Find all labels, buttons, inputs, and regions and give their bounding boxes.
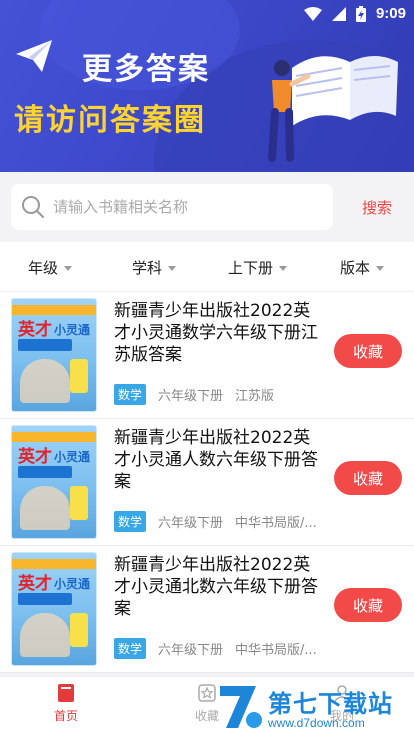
- book-item[interactable]: 英才 小灵通 新疆青少年出版社2022英才小灵通人数六年级下册答案 数学 六年级…: [0, 419, 414, 546]
- book-item[interactable]: 英才 小灵通 新疆青少年出版社2022英才小灵通北数六年级下册答案 数学 六年级…: [0, 546, 414, 673]
- cover-brand: 英才: [18, 320, 52, 340]
- subject-badge: 数学: [114, 384, 147, 405]
- filter-label: 上下册: [228, 259, 274, 277]
- watermark-name: 第七下载站: [268, 690, 393, 718]
- app-screen: 更多答案 请访问答案圈 9:09 请输入书籍相关名称 搜索 年级 学科 上下册 …: [0, 0, 414, 736]
- favorite-button[interactable]: 收藏: [334, 334, 402, 368]
- book-title: 新疆青少年出版社2022英才小灵通北数六年级下册答案: [114, 555, 318, 619]
- search-area: 搜索: [0, 172, 414, 242]
- search-icon: [22, 196, 44, 218]
- cover-brand: 英才: [18, 574, 52, 594]
- caret-down-icon: [64, 266, 73, 271]
- book-title: 新疆青少年出版社2022英才小灵通数学六年级下册江苏版答案: [114, 301, 318, 365]
- cover-brand: 英才: [18, 447, 52, 467]
- watermark-url: www.d7down.com: [268, 716, 365, 730]
- signal-icon: [331, 6, 346, 21]
- site-watermark: 第七下载站 www.d7down.com: [216, 680, 412, 734]
- caret-down-icon: [279, 266, 288, 271]
- book-cover: 英才 小灵通: [11, 425, 97, 539]
- nav-home[interactable]: 首页: [54, 683, 78, 724]
- book-cover: 英才 小灵通: [11, 552, 97, 666]
- filter-grade[interactable]: 年级: [28, 257, 73, 278]
- filter-label: 学科: [132, 259, 163, 277]
- favorite-button[interactable]: 收藏: [334, 461, 402, 495]
- filter-label: 版本: [340, 259, 371, 277]
- watermark-logo: [220, 686, 262, 728]
- status-bar: 9:09: [0, 0, 414, 30]
- cover-series: 小灵通: [54, 323, 91, 337]
- book-list: 英才 小灵通 新疆青少年出版社2022英才小灵通数学六年级下册江苏版答案 数学 …: [0, 292, 414, 673]
- paper-plane-icon: [16, 40, 52, 72]
- banner-title: 更多答案: [82, 52, 210, 87]
- book-title: 新疆青少年出版社2022英才小灵通人数六年级下册答案: [114, 428, 318, 492]
- cover-series: 小灵通: [54, 577, 91, 591]
- book-edition: 中华书局版/...: [235, 643, 317, 658]
- status-time: 9:09: [375, 5, 406, 22]
- star-icon: [198, 684, 216, 702]
- book-grade: 六年级下册: [158, 516, 224, 531]
- caret-down-icon: [376, 266, 385, 271]
- search-box[interactable]: [11, 184, 333, 230]
- reading-person-illustration: [268, 56, 398, 162]
- book-meta: 数学 六年级下册 江苏版: [114, 384, 274, 405]
- filter-subject[interactable]: 学科: [132, 257, 177, 278]
- filter-bar: 年级 学科 上下册 版本: [0, 242, 414, 292]
- filter-volume[interactable]: 上下册: [228, 257, 288, 278]
- book-edition: 中华书局版/...: [235, 516, 317, 531]
- subject-badge: 数学: [114, 638, 147, 659]
- book-cover: 英才 小灵通: [11, 298, 97, 412]
- book-meta: 数学 六年级下册 中华书局版/...: [114, 638, 317, 659]
- cover-series: 小灵通: [54, 450, 91, 464]
- book-icon: [58, 684, 74, 702]
- book-grade: 六年级下册: [158, 643, 224, 658]
- nav-label: 首页: [54, 709, 79, 723]
- battery-charging-icon: [355, 5, 366, 22]
- filter-edition[interactable]: 版本: [340, 257, 385, 278]
- subject-badge: 数学: [114, 511, 147, 532]
- favorite-button[interactable]: 收藏: [334, 588, 402, 622]
- filter-label: 年级: [28, 259, 59, 277]
- book-grade: 六年级下册: [158, 389, 224, 404]
- search-input[interactable]: [53, 198, 313, 216]
- search-button[interactable]: 搜索: [362, 197, 392, 218]
- caret-down-icon: [168, 266, 177, 271]
- wifi-icon: [303, 6, 322, 21]
- book-meta: 数学 六年级下册 中华书局版/...: [114, 511, 317, 532]
- book-item[interactable]: 英才 小灵通 新疆青少年出版社2022英才小灵通数学六年级下册江苏版答案 数学 …: [0, 292, 414, 419]
- book-edition: 江苏版: [235, 389, 275, 404]
- banner-subtitle: 请访问答案圈: [14, 103, 206, 138]
